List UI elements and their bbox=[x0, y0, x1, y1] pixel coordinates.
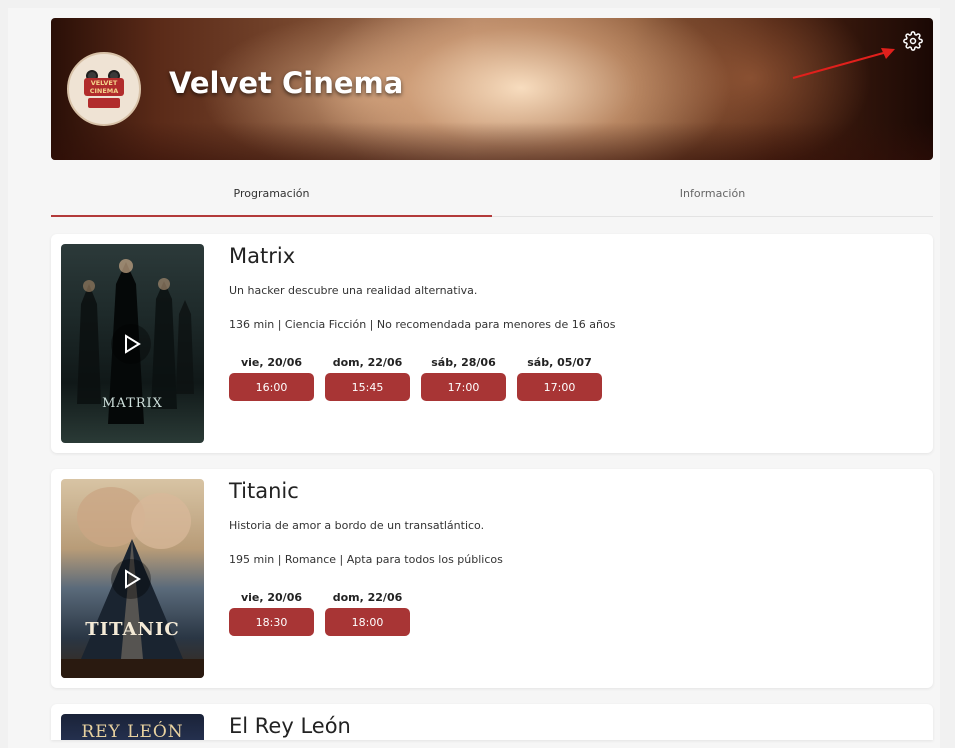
logo-text: VELVET CINEMA bbox=[84, 78, 124, 96]
poster-title: TITANIC bbox=[85, 619, 180, 640]
play-icon bbox=[125, 334, 141, 354]
play-icon bbox=[125, 569, 141, 589]
tab-informacion[interactable]: Información bbox=[492, 176, 933, 216]
cinema-logo: VELVET CINEMA bbox=[67, 52, 141, 126]
annotation-arrow bbox=[792, 48, 895, 79]
movie-meta: 136 min | Ciencia Ficción | No recomenda… bbox=[229, 318, 616, 331]
showtime-date: vie, 20/06 bbox=[240, 356, 303, 369]
showtime: dom, 22/06 15:45 bbox=[325, 356, 410, 401]
header-banner: VELVET CINEMA Velvet Cinema bbox=[51, 18, 933, 160]
settings-gear-icon[interactable] bbox=[903, 31, 923, 51]
showtime-date: sáb, 28/06 bbox=[431, 356, 496, 369]
tab-programacion[interactable]: Programación bbox=[51, 176, 492, 217]
showtime-button[interactable]: 17:00 bbox=[421, 373, 506, 401]
showtime-button[interactable]: 17:00 bbox=[517, 373, 602, 401]
tab-bar: Programación Información bbox=[51, 176, 933, 217]
showtime-button[interactable]: 18:00 bbox=[325, 608, 410, 636]
showtime-date: sáb, 05/07 bbox=[527, 356, 592, 369]
movie-title: El Rey León bbox=[229, 714, 351, 738]
banner-seats bbox=[51, 122, 933, 160]
page: VELVET CINEMA Velvet Cinema Programación… bbox=[8, 8, 940, 748]
movie-title: Matrix bbox=[229, 244, 296, 268]
showtime-date: dom, 22/06 bbox=[332, 591, 403, 604]
movie-description: Historia de amor a bordo de un transatlá… bbox=[229, 519, 485, 532]
logo-base bbox=[88, 98, 120, 108]
logo-badge: VELVET CINEMA bbox=[82, 70, 126, 108]
movie-title: Titanic bbox=[229, 479, 299, 503]
movie-card-matrix: MATRIX Matrix Un hacker descubre una rea… bbox=[51, 234, 933, 453]
movie-card-rey-leon: REY LEÓN El Rey León bbox=[51, 704, 933, 740]
movie-poster: TITANIC bbox=[61, 479, 204, 678]
showtime-date: dom, 22/06 bbox=[332, 356, 403, 369]
play-trailer-button[interactable] bbox=[111, 324, 151, 364]
movie-description: Un hacker descubre una realidad alternat… bbox=[229, 284, 478, 297]
movie-poster: REY LEÓN bbox=[61, 714, 204, 740]
showtime-button[interactable]: 16:00 bbox=[229, 373, 314, 401]
cinema-title: Velvet Cinema bbox=[169, 66, 404, 100]
play-trailer-button[interactable] bbox=[111, 559, 151, 599]
showtime: sáb, 28/06 17:00 bbox=[421, 356, 506, 401]
showtime-button[interactable]: 15:45 bbox=[325, 373, 410, 401]
poster-title: REY LEÓN bbox=[81, 722, 184, 740]
showtime-button[interactable]: 18:30 bbox=[229, 608, 314, 636]
poster-title: MATRIX bbox=[102, 396, 163, 411]
showtime: vie, 20/06 18:30 bbox=[229, 591, 314, 636]
showtime-date: vie, 20/06 bbox=[240, 591, 303, 604]
showtimes: vie, 20/06 16:00 dom, 22/06 15:45 sáb, 2… bbox=[229, 356, 602, 401]
showtimes: vie, 20/06 18:30 dom, 22/06 18:00 bbox=[229, 591, 410, 636]
showtime: sáb, 05/07 17:00 bbox=[517, 356, 602, 401]
movie-meta: 195 min | Romance | Apta para todos los … bbox=[229, 553, 503, 566]
movie-poster: MATRIX bbox=[61, 244, 204, 443]
showtime: vie, 20/06 16:00 bbox=[229, 356, 314, 401]
movie-card-titanic: TITANIC Titanic Historia de amor a bordo… bbox=[51, 469, 933, 688]
showtime: dom, 22/06 18:00 bbox=[325, 591, 410, 636]
